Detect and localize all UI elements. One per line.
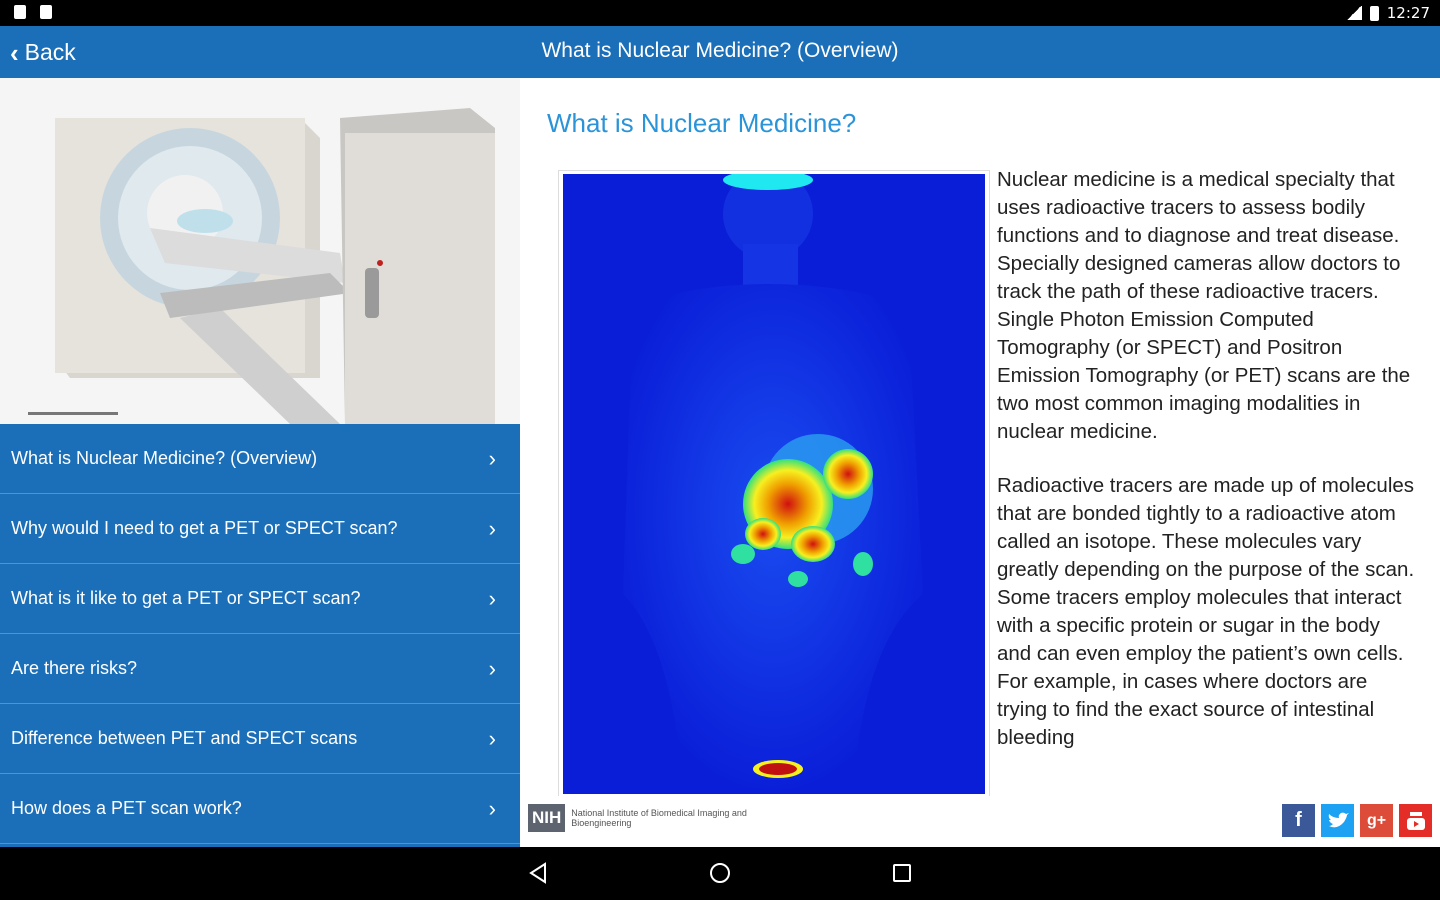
menu-item-what-like[interactable]: What is it like to get a PET or SPECT sc…	[0, 564, 520, 634]
chevron-right-icon: ›	[488, 655, 496, 681]
notification-icon	[14, 5, 26, 19]
notification-icon	[40, 5, 52, 19]
menu-item-difference[interactable]: Difference between PET and SPECT scans ›	[0, 704, 520, 774]
back-button[interactable]: ‹ Back	[10, 39, 76, 66]
menu-item-label: What is it like to get a PET or SPECT sc…	[11, 588, 361, 608]
signal-icon	[1345, 6, 1362, 20]
nih-logo[interactable]: NIH National Institute of Biomedical Ima…	[528, 804, 791, 832]
topic-menu: What is Nuclear Medicine? (Overview) › W…	[0, 424, 520, 844]
social-links: f g+	[1282, 804, 1432, 837]
menu-item-risks[interactable]: Are there risks? ›	[0, 634, 520, 704]
status-bar: 12:27	[0, 0, 1440, 26]
chevron-right-icon: ›	[488, 445, 496, 471]
nav-recents-icon[interactable]	[890, 861, 914, 890]
battery-icon	[1369, 5, 1379, 21]
section-title: What is Nuclear Medicine?	[547, 108, 857, 138]
chevron-right-icon: ›	[488, 585, 496, 611]
menu-item-label: Difference between PET and SPECT scans	[11, 728, 358, 748]
page-title: What is Nuclear Medicine? (Overview)	[541, 39, 899, 62]
system-nav-bar	[0, 847, 1440, 900]
chevron-left-icon: ‹	[10, 37, 19, 68]
paragraph: Radioactive tracers are made up of molec…	[997, 474, 1415, 749]
menu-item-label: Are there risks?	[11, 658, 138, 678]
content-pane[interactable]: What is Nuclear Medicine? Nuclear medici…	[520, 78, 1440, 847]
chevron-right-icon: ›	[488, 795, 496, 821]
menu-item-how-pet-works[interactable]: How does a PET scan work? ›	[0, 774, 520, 844]
facebook-icon[interactable]: f	[1282, 804, 1315, 837]
status-time: 12:27	[1386, 4, 1430, 22]
footer: NIH National Institute of Biomedical Ima…	[520, 796, 1440, 847]
youtube-icon[interactable]	[1399, 804, 1432, 837]
left-pane: What is Nuclear Medicine? (Overview) › W…	[0, 78, 520, 847]
back-label: Back	[24, 39, 76, 65]
chevron-right-icon: ›	[488, 725, 496, 751]
menu-item-label: Why would I need to get a PET or SPECT s…	[11, 518, 398, 538]
menu-item-label: How does a PET scan work?	[11, 798, 242, 818]
nav-back-icon[interactable]	[527, 861, 551, 890]
paragraph: Nuclear medicine is a medical specialty …	[997, 168, 1411, 443]
institute-name: National Institute of Biomedical Imaging…	[571, 808, 747, 828]
chevron-right-icon: ›	[488, 515, 496, 541]
google-plus-icon[interactable]: g+	[1360, 804, 1393, 837]
menu-item-label: What is Nuclear Medicine? (Overview)	[11, 448, 318, 468]
article-text: Nuclear medicine is a medical specialty …	[997, 166, 1417, 847]
app-bar: What is Nuclear Medicine? (Overview) ‹ B…	[0, 26, 1440, 78]
menu-item-overview[interactable]: What is Nuclear Medicine? (Overview) ›	[0, 424, 520, 494]
nav-home-icon[interactable]	[708, 861, 732, 890]
nih-badge: NIH	[528, 804, 566, 832]
pet-scan-image	[558, 169, 990, 800]
menu-item-why-scan[interactable]: Why would I need to get a PET or SPECT s…	[0, 494, 520, 564]
scanner-image	[0, 78, 520, 424]
twitter-icon[interactable]	[1321, 804, 1354, 837]
